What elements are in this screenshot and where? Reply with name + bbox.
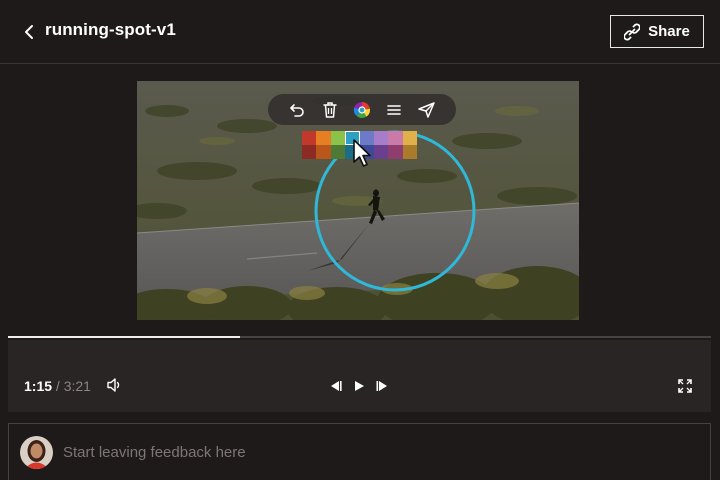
color-swatch[interactable] — [402, 145, 417, 159]
fullscreen-button[interactable] — [676, 377, 694, 395]
mouse-pointer-icon — [353, 139, 371, 167]
volume-button[interactable] — [106, 376, 126, 396]
color-swatch[interactable] — [388, 145, 403, 159]
play-button[interactable] — [350, 377, 368, 395]
annotation-toolbar — [268, 94, 456, 125]
play-icon — [355, 381, 364, 391]
undo-icon — [290, 103, 305, 117]
chevron-left-icon — [25, 25, 33, 39]
color-swatch[interactable] — [373, 145, 389, 159]
time-separator: / — [55, 378, 60, 394]
page-title: running-spot-v1 — [45, 20, 176, 39]
color-swatch[interactable] — [373, 131, 389, 145]
share-button[interactable]: Share — [610, 15, 704, 48]
step-back-icon — [331, 381, 342, 391]
back-button[interactable] — [18, 20, 40, 44]
link-icon — [624, 23, 641, 40]
current-time: 1:15 — [24, 378, 53, 394]
line-weight-icon — [387, 104, 402, 115]
color-swatch[interactable] — [402, 131, 417, 145]
color-swatch[interactable] — [388, 131, 403, 145]
delete-button[interactable] — [319, 99, 341, 121]
line-weight-button[interactable] — [383, 99, 405, 121]
next-frame-button[interactable] — [374, 377, 392, 395]
color-swatch[interactable] — [316, 131, 331, 145]
color-wheel-icon — [353, 101, 370, 118]
fullscreen-icon — [678, 379, 692, 393]
share-label: Share — [648, 23, 690, 40]
undo-button[interactable] — [286, 99, 308, 121]
progress-fill — [8, 336, 240, 338]
duration: 3:21 — [63, 378, 91, 394]
send-icon — [418, 101, 435, 118]
color-picker-button[interactable] — [351, 99, 373, 121]
volume-icon — [107, 378, 120, 392]
avatar — [20, 436, 53, 469]
progress-bar[interactable] — [8, 336, 711, 338]
trash-icon — [322, 101, 337, 118]
time-readout: 1:15 / 3:21 — [24, 378, 91, 394]
color-swatch[interactable] — [316, 145, 331, 159]
previous-frame-button[interactable] — [326, 377, 344, 395]
feedback-input[interactable] — [63, 442, 663, 462]
color-swatch[interactable] — [302, 145, 317, 159]
color-swatch[interactable] — [302, 131, 317, 145]
send-button[interactable] — [416, 99, 438, 121]
feedback-box — [8, 423, 711, 480]
step-forward-icon — [376, 381, 387, 391]
color-swatch[interactable] — [330, 145, 346, 159]
player-controls: 1:15 / 3:21 — [8, 340, 711, 412]
color-swatch[interactable] — [330, 131, 346, 145]
header-bar: running-spot-v1 Share — [0, 0, 720, 64]
